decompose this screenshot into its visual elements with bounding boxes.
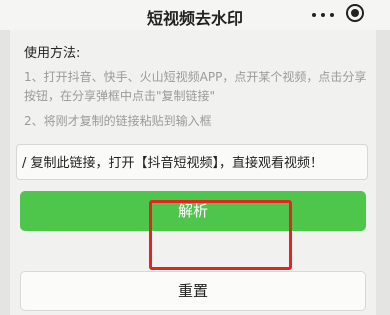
instruction-step-1: 1、打开抖音、快手、火山短视频APP，点开某个视频，点击分享按钮，在分享弹框中点… <box>24 70 367 103</box>
reset-button[interactable]: 重置 <box>20 271 366 311</box>
link-input[interactable]: / 复制此链接，打开【抖音短视频】，直接观看视频！ <box>16 144 368 180</box>
app-header: 短视频去水印 <box>0 0 390 30</box>
instruction-step-2: 2、将刚才复制的链接粘贴到输入框 <box>24 114 212 128</box>
more-dots-icon[interactable] <box>312 8 334 22</box>
main-content: 使用方法: 1、打开抖音、快手、火山短视频APP，点开某个视频，点击分享按钮，在… <box>10 30 376 315</box>
close-miniprogram-icon[interactable] <box>346 4 364 22</box>
highlight-annotation-box <box>149 200 292 270</box>
usage-heading: 使用方法: <box>24 46 81 61</box>
